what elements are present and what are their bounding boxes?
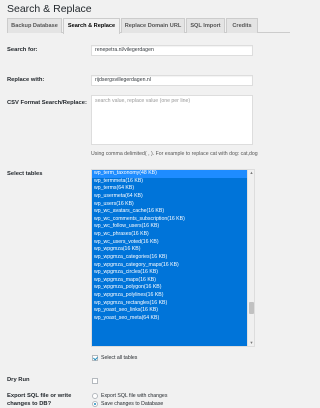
tab-replace-domain-url[interactable]: Replace Domain URL <box>121 18 185 33</box>
export-option-label: Export SQL file or write changes to DB? <box>7 393 71 408</box>
tab-backup-database[interactable]: Backup Database <box>7 18 62 33</box>
tab-credits[interactable]: Credits <box>226 18 258 33</box>
table-option[interactable]: wp_terms(64 KB) <box>92 185 247 193</box>
table-option[interactable]: wp_wpgmza_categories(16 KB) <box>92 254 247 262</box>
csv-format-hint: Using comma delimited( , ). For example … <box>91 151 258 157</box>
csv-format-textarea[interactable]: search value, replace value (one per lin… <box>91 95 253 145</box>
table-option[interactable]: wp_wc_comments_subscription(16 KB) <box>92 216 247 224</box>
tables-options: wp_term_taxonomy(48 KB) wp_termmeta(16 KB… <box>92 170 247 346</box>
select-all-tables-label: Select all tables <box>101 355 138 361</box>
table-option[interactable]: wp_wpgmza_polygon(16 KB) <box>92 284 247 292</box>
tab-sql-import[interactable]: SQL Import <box>186 18 225 33</box>
select-tables-label: Select tables <box>7 171 43 177</box>
table-option[interactable]: wp_wpgmza_polylines(16 KB) <box>92 292 247 300</box>
table-option[interactable]: wp_usermeta(64 KB) <box>92 193 247 201</box>
table-option[interactable]: wp_yoast_seo_meta(64 KB) <box>92 315 247 323</box>
table-option[interactable]: wp_wc_follow_users(16 KB) <box>92 223 247 231</box>
save-to-database-radio[interactable] <box>92 401 98 407</box>
export-label-line2: changes to DB? <box>7 400 52 407</box>
export-sql-radio[interactable] <box>92 393 98 399</box>
table-option[interactable]: wp_term_taxonomy(48 KB) <box>92 170 247 178</box>
scroll-down-arrow-icon[interactable]: ▼ <box>248 340 254 346</box>
select-all-tables-checkbox[interactable] <box>92 355 98 361</box>
replace-with-input[interactable]: rijdsergsvillegerdagen.nl <box>91 75 253 86</box>
search-for-input[interactable]: renepetra.nl/vilegerdagen <box>91 45 253 56</box>
scroll-up-arrow-icon[interactable]: ▲ <box>248 170 254 176</box>
table-option[interactable]: wp_wpgmza(16 KB) <box>92 246 247 254</box>
dry-run-checkbox[interactable] <box>92 378 98 384</box>
dry-run-label: Dry Run <box>7 377 30 383</box>
save-to-database-label: Save changes to Database <box>101 401 164 407</box>
table-option[interactable]: wp_wc_users_voted(16 KB) <box>92 239 247 247</box>
export-sql-label: Export SQL file with changes <box>101 393 168 399</box>
export-label-line1: Export SQL file or write <box>7 393 72 399</box>
table-option[interactable]: wp_wc_phrases(16 KB) <box>92 231 247 239</box>
search-for-label: Search for: <box>7 47 38 53</box>
tables-multiselect[interactable]: wp_term_taxonomy(48 KB) wp_termmeta(16 KB… <box>91 169 255 347</box>
table-option[interactable]: wp_users(16 KB) <box>92 201 247 209</box>
table-option[interactable]: wp_wpgmza_rectangles(16 KB) <box>92 300 247 308</box>
tables-scrollbar[interactable]: ▲ ▼ <box>247 170 254 346</box>
replace-with-label: Replace with: <box>7 77 45 83</box>
table-option[interactable]: wp_wpgmza_maps(16 KB) <box>92 277 247 285</box>
page-title: Search & Replace <box>7 3 92 15</box>
table-option[interactable]: wp_termmeta(16 KB) <box>92 178 247 186</box>
csv-format-label: CSV Format Search/Replace: <box>7 100 87 106</box>
tab-bar: Backup Database Search & Replace Replace… <box>7 18 290 34</box>
scroll-thumb[interactable] <box>249 302 254 314</box>
table-option[interactable]: wp_wpgmza_circles(16 KB) <box>92 269 247 277</box>
table-option[interactable]: wp_wc_avatars_cache(16 KB) <box>92 208 247 216</box>
table-option[interactable]: wp_wpgmza_category_maps(16 KB) <box>92 262 247 270</box>
tab-search-replace[interactable]: Search & Replace <box>63 18 120 34</box>
table-option[interactable]: wp_yoast_seo_links(16 KB) <box>92 307 247 315</box>
